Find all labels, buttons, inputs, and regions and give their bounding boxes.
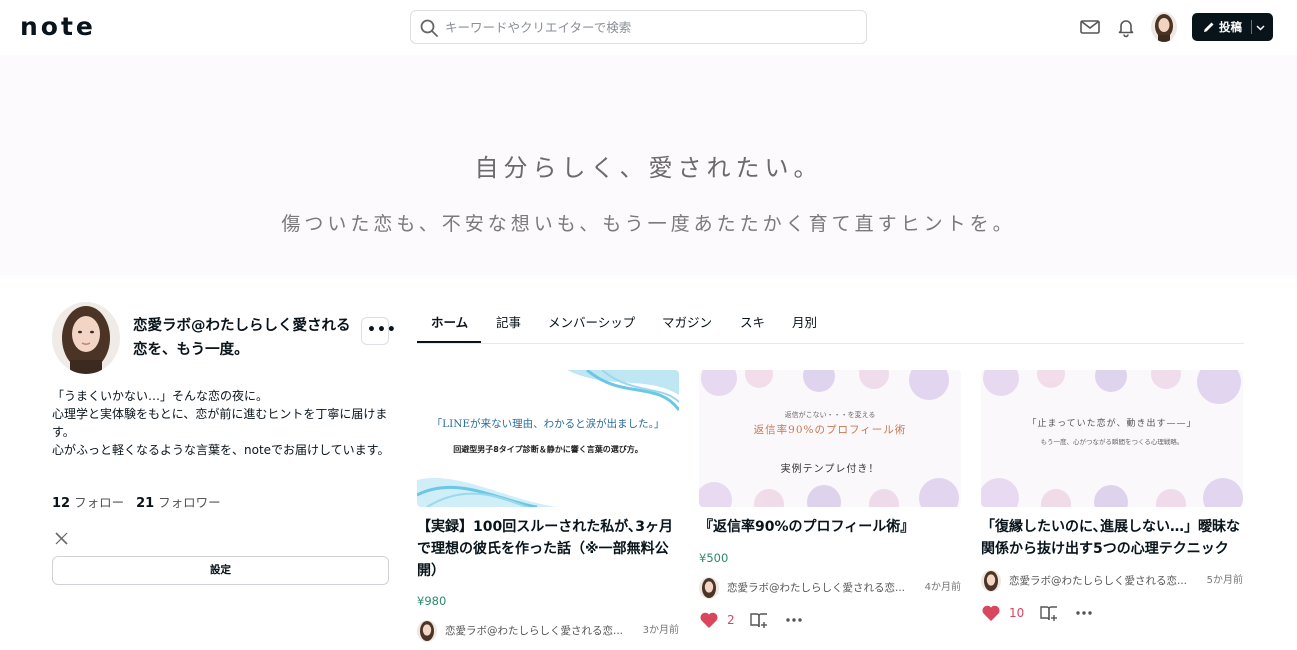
profile-name: 恋愛ラボ@わたしらしく愛される恋を、もう一度。 — [133, 318, 351, 358]
article-date: 5か月前 — [1206, 575, 1243, 586]
hero-subtitle: 傷ついた恋も、不安な想いも、もう一度あたたかく育て直すヒントを。 — [281, 213, 1016, 235]
thumbnail-headline: 「止まっていた恋が、動き出す——」 — [1027, 419, 1197, 429]
bell-icon[interactable] — [1115, 16, 1137, 38]
search-input[interactable] — [445, 11, 855, 43]
follower-label[interactable]: フォロワー — [158, 495, 221, 510]
add-to-magazine-icon[interactable] — [749, 611, 769, 629]
article-price: ¥980 — [417, 594, 447, 608]
hero-title: 自分らしく、愛されたい。 — [474, 154, 823, 182]
article-actions: 10 — [981, 602, 1243, 624]
follow-stats: 12 フォロー 21 フォロワー — [52, 495, 229, 512]
tab-monthly[interactable]: 月別 — [792, 313, 817, 333]
article-price: ¥500 — [699, 551, 729, 565]
profile-bio: 「うまくいかない…」そんな恋の夜に。 心理学と実体験をもとに、恋が前に進むヒント… — [52, 387, 390, 459]
article-meta: 恋愛ラボ@わたしらしく愛される恋... 3か月前 — [417, 620, 679, 642]
more-dots-icon[interactable] — [785, 611, 803, 629]
settings-button[interactable]: 設定 — [52, 556, 389, 585]
bio-line: 心理学と実体験をもとに、恋が前に進むヒントを丁寧に届けます。 — [52, 407, 388, 439]
add-to-magazine-icon[interactable] — [1039, 604, 1059, 622]
bio-line: 心がふっと軽くなるような言葉を、noteでお届けしています。 — [52, 443, 390, 457]
author-avatar[interactable] — [417, 620, 437, 642]
heart-icon[interactable] — [981, 604, 1001, 622]
article-thumbnail[interactable]: 「止まっていた恋が、動き出す——」 もう一度、心がつながる瞬間をつくる心理戦略。 — [981, 370, 1243, 507]
more-options-button[interactable]: ••• — [361, 317, 396, 345]
author-name[interactable]: 恋愛ラボ@わたしらしく愛される恋... — [445, 624, 625, 638]
bio-line: 「うまくいかない…」そんな恋の夜に。 — [52, 389, 269, 403]
header: note 投稿 — [0, 0, 1297, 55]
article-meta: 恋愛ラボ@わたしらしく愛される恋... 4か月前 — [699, 577, 961, 599]
active-tab-indicator — [417, 341, 481, 343]
like-count[interactable]: 2 — [727, 613, 735, 627]
tab-articles[interactable]: 記事 — [496, 313, 521, 333]
article-actions: 2 — [699, 609, 961, 631]
thumbnail-kicker: 返信がこない・・・を変える — [784, 411, 876, 419]
profile-tabs: ホーム 記事 メンバーシップ マガジン スキ 月別 — [417, 305, 1244, 344]
tab-magazine[interactable]: マガジン — [662, 313, 712, 333]
author-avatar[interactable] — [699, 577, 719, 599]
heart-icon[interactable] — [699, 611, 719, 629]
article-thumbnail[interactable]: 返信がこない・・・を変える 返信率90%のプロフィール術 実例テンプレ付き！ — [699, 370, 961, 507]
hero-banner: 自分らしく、愛されたい。 傷ついた恋も、不安な想いも、もう一度あたたかく育て直す… — [0, 55, 1297, 275]
post-button[interactable]: 投稿 — [1192, 13, 1273, 41]
thumbnail-subline: 回避型男子8タイプ診断＆静かに響く言葉の選び方。 — [453, 445, 643, 454]
chevron-down-icon[interactable] — [1255, 22, 1266, 33]
article-meta: 恋愛ラボ@わたしらしく愛される恋... 5か月前 — [981, 570, 1243, 592]
post-button-label: 投稿 — [1219, 20, 1242, 34]
more-dots-icon[interactable] — [1075, 604, 1093, 622]
user-avatar[interactable] — [1151, 12, 1177, 42]
article-title[interactable]: 【実録】100回スルーされた私が､3ヶ月で理想の彼氏を作った話（※一部無料公開） — [417, 516, 679, 582]
article-title[interactable]: 『返信率90%のプロフィール術』 — [699, 516, 961, 538]
follow-count[interactable]: 12 — [52, 496, 70, 511]
article-date: 4か月前 — [924, 582, 961, 593]
tab-home[interactable]: ホーム — [431, 313, 468, 333]
follower-count[interactable]: 21 — [136, 496, 154, 511]
x-social-icon[interactable] — [54, 531, 69, 546]
author-name[interactable]: 恋愛ラボ@わたしらしく愛される恋... — [727, 581, 907, 595]
tab-likes[interactable]: スキ — [740, 313, 765, 333]
thumbnail-headline: 「LINEが来ない理由、わかると涙が出ました。」 — [431, 418, 665, 430]
author-name[interactable]: 恋愛ラボ@わたしらしく愛される恋... — [1009, 574, 1189, 588]
article-thumbnail[interactable]: 「LINEが来ない理由、わかると涙が出ました。」 回避型男子8タイプ診断＆静かに… — [417, 370, 679, 507]
tab-membership[interactable]: メンバーシップ — [548, 313, 635, 333]
author-avatar[interactable] — [981, 570, 1001, 592]
article-date: 3か月前 — [642, 625, 679, 636]
post-button-divider — [1251, 20, 1252, 34]
thumbnail-subline: もう一度、心がつながる瞬間をつくる心理戦略。 — [1040, 438, 1184, 446]
like-count[interactable]: 10 — [1009, 606, 1024, 620]
pencil-icon — [1204, 22, 1214, 32]
note-logo[interactable]: note — [20, 12, 96, 42]
mail-icon[interactable] — [1079, 16, 1101, 38]
profile-avatar[interactable] — [52, 302, 120, 374]
search-box[interactable] — [410, 10, 867, 44]
thumbnail-headline: 返信率90%のプロフィール術 — [753, 424, 907, 436]
search-icon — [420, 19, 438, 37]
article-title[interactable]: 「復縁したいのに､進展しない…」曖昧な関係から抜け出す5つの心理テクニック — [981, 516, 1243, 560]
more-dots-icon: ••• — [367, 322, 397, 338]
follow-label[interactable]: フォロー — [74, 495, 124, 510]
thumbnail-subline: 実例テンプレ付き！ — [780, 464, 880, 475]
